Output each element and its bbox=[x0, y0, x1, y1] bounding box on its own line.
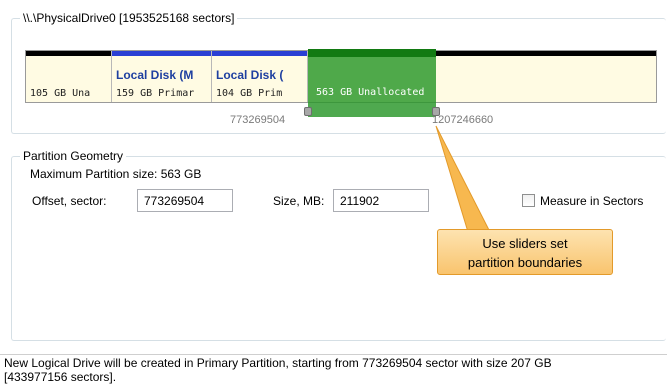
status-line-2: [433977156 sectors]. bbox=[4, 370, 117, 384]
callout-arrow-icon bbox=[435, 125, 491, 233]
callout-line-2: partition boundaries bbox=[467, 255, 583, 270]
status-divider bbox=[0, 354, 667, 355]
status-line-1: New Logical Drive will be created in Pri… bbox=[4, 356, 552, 370]
status-message: New Logical Drive will be created in Pri… bbox=[4, 356, 664, 384]
slider-hint-callout: Use sliders set partition boundaries bbox=[437, 229, 613, 275]
callout-line-1: Use sliders set bbox=[482, 236, 568, 251]
